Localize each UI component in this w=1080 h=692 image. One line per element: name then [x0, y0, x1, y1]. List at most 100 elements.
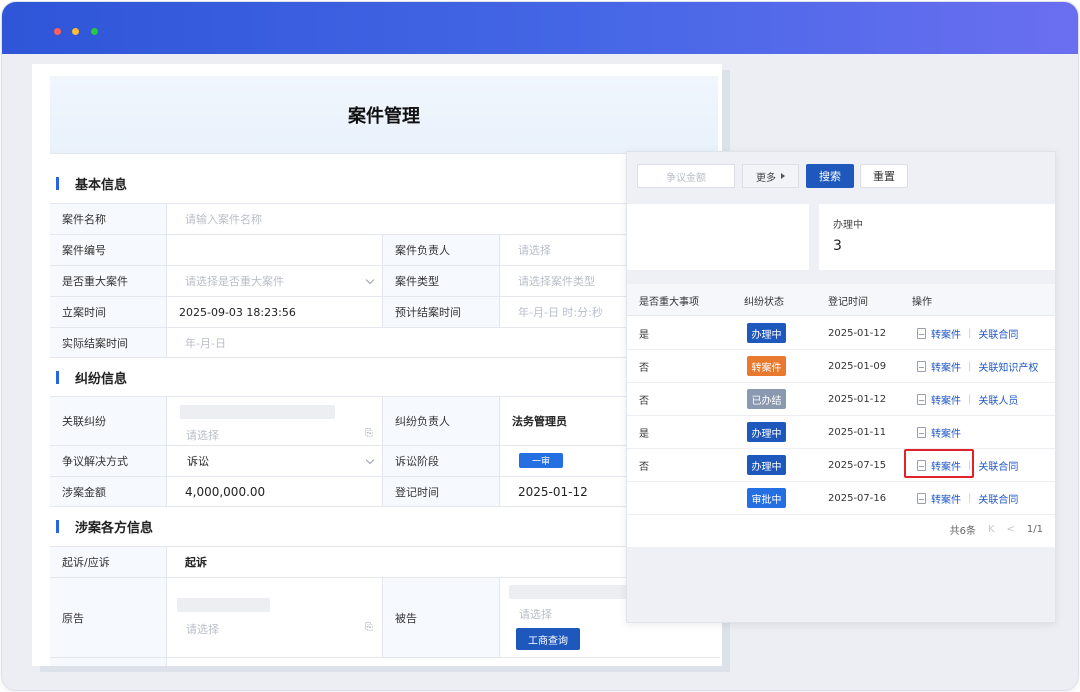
amount-filter-input[interactable]: 争议金额 — [637, 164, 735, 188]
prev-page-button[interactable]: < — [1007, 524, 1015, 535]
convert-case-link[interactable]: 转案件 — [931, 359, 961, 374]
defendant-placeholder: 请选择 — [519, 608, 552, 621]
defendant-label: 被告 — [383, 578, 500, 657]
convert-case-link[interactable]: 转案件 — [931, 425, 961, 440]
table-row: 否办理中 2025-07-15 转案件 | 关联合同 — [627, 449, 1055, 482]
row-role: 起诉/应诉 起诉 — [50, 546, 720, 577]
role-label: 起诉/应诉 — [50, 547, 167, 577]
case-no-label: 案件编号 — [50, 235, 167, 265]
reg-label: 登记时间 — [383, 477, 500, 506]
divider: | — [968, 328, 972, 339]
case-form: 案件管理 基本信息 案件名称 请输入案件名称 案件编号 案件负责人 请选择 是否… — [32, 64, 722, 666]
filed-value[interactable]: 2025-09-03 18:23:56 — [167, 297, 383, 327]
next-label — [50, 658, 167, 666]
relate-link[interactable]: 关联人员 — [978, 392, 1018, 407]
cell-major: 否 — [639, 396, 649, 407]
row-resolution: 争议解决方式 诉讼 诉讼阶段 一审 — [50, 445, 720, 476]
cell-major: 是 — [639, 330, 649, 341]
resolution-select[interactable]: 诉讼 — [167, 446, 383, 476]
first-page-button[interactable]: K — [988, 524, 995, 535]
list-toolbar: 争议金额 更多 搜索 重置 — [627, 152, 1055, 202]
table-row: 是 办理中 2025-01-11 转案件 — [627, 416, 1055, 449]
highlight-box — [904, 449, 974, 478]
amount-value[interactable]: 4,000,000.00 — [167, 477, 383, 506]
convert-case-link[interactable]: 转案件 — [931, 491, 961, 506]
table-header: 是否重大事项 纠纷状态 登记时间 操作 — [627, 284, 1055, 316]
close-dot-icon[interactable] — [54, 28, 61, 35]
related-label: 关联纠纷 — [50, 397, 167, 445]
search-button[interactable]: 搜索 — [806, 164, 854, 188]
stage-badge[interactable]: 一审 — [519, 453, 563, 468]
resolution-label: 争议解决方式 — [50, 446, 167, 476]
owner-label: 案件负责人 — [383, 235, 500, 265]
document-icon — [917, 328, 926, 339]
cell-date: 2025-01-11 — [828, 427, 887, 438]
cell-major: 是 — [639, 429, 649, 440]
major-label: 是否重大案件 — [50, 266, 167, 296]
convert-case-link[interactable]: 转案件 — [931, 392, 961, 407]
attachment-icon[interactable]: ⎘ — [365, 428, 373, 439]
attachment-icon[interactable]: ⎘ — [365, 622, 373, 633]
expected-label: 预计结案时间 — [383, 297, 500, 327]
divider: | — [968, 493, 972, 504]
filed-label: 立案时间 — [50, 297, 167, 327]
status-badge: 审批中 — [747, 488, 786, 508]
status-badge: 办理中 — [747, 422, 786, 442]
status-badge: 转案件 — [747, 356, 786, 376]
convert-case-link[interactable]: 转案件 — [931, 326, 961, 341]
stat-card-empty[interactable] — [627, 204, 809, 270]
selected-tag — [177, 598, 270, 612]
plaintiff-label: 原告 — [50, 578, 167, 657]
relate-link[interactable]: 关联知识产权 — [978, 359, 1038, 374]
maximize-dot-icon[interactable] — [91, 28, 98, 35]
col-date: 登记时间 — [828, 296, 868, 308]
more-label: 更多 — [756, 172, 776, 184]
window-titlebar — [2, 2, 1078, 54]
reset-button[interactable]: 重置 — [860, 164, 908, 188]
row-filed: 立案时间 2025-09-03 18:23:56 预计结案时间 年-月-日 时:… — [50, 296, 720, 327]
table-row: 是 办理中 2025-01-12 转案件 | 关联合同 — [627, 317, 1055, 350]
type-label: 案件类型 — [383, 266, 500, 296]
row-next — [50, 657, 720, 666]
panel-footer — [627, 547, 1055, 622]
row-actions: 转案件 | 关联人员 — [917, 383, 1018, 416]
more-filters-button[interactable]: 更多 — [742, 164, 799, 188]
table-row: 否 转案件 2025-01-09 转案件 | 关联知识产权 — [627, 350, 1055, 383]
cell-major: 否 — [639, 462, 649, 473]
document-icon — [917, 427, 926, 438]
status-badge: 已办结 — [747, 389, 786, 409]
section-parties: 涉案各方信息 — [56, 516, 153, 536]
relate-link[interactable]: 关联合同 — [978, 491, 1018, 506]
table-row: 否 已办结 2025-01-12 转案件 | 关联人员 — [627, 383, 1055, 416]
status-badge: 办理中 — [747, 455, 786, 475]
plaintiff-placeholder: 请选择 — [186, 623, 219, 636]
relate-link[interactable]: 关联合同 — [978, 326, 1018, 341]
stat-card-in-progress[interactable]: 办理中 3 — [819, 204, 1055, 270]
minimize-dot-icon[interactable] — [72, 28, 79, 35]
row-closed: 实际结案时间 年-月-日 — [50, 327, 720, 358]
row-amount: 涉案金额 4,000,000.00 登记时间 2025-01-12 — [50, 476, 720, 507]
cell-major: 否 — [639, 363, 649, 374]
table-row: 审批中 2025-07-16 转案件 | 关联合同 — [627, 482, 1055, 515]
total-count: 共6条 — [949, 526, 976, 537]
row-actions: 转案件 | 关联知识产权 — [917, 350, 1038, 383]
divider: | — [968, 361, 972, 372]
row-actions: 转案件 | 关联合同 — [917, 482, 1018, 515]
dispute-owner-label: 纠纷负责人 — [383, 397, 500, 445]
plaintiff-select[interactable] — [167, 578, 383, 657]
row-actions: 转案件 — [917, 416, 961, 449]
cell-date: 2025-01-12 — [828, 328, 887, 339]
biz-query-button[interactable]: 工商查询 — [516, 628, 580, 650]
major-select[interactable]: 请选择是否重大案件 — [167, 266, 383, 296]
relate-link[interactable]: 关联合同 — [978, 458, 1018, 473]
case-name-label: 案件名称 — [50, 204, 167, 234]
selected-tag — [180, 405, 335, 419]
row-actions: 转案件 | 关联合同 — [917, 317, 1018, 350]
section-dispute: 纠纷信息 — [56, 367, 127, 387]
cell-date: 2025-07-16 — [828, 493, 887, 504]
case-no-input[interactable] — [167, 235, 383, 265]
page-title: 案件管理 — [348, 105, 420, 127]
section-marker — [56, 176, 59, 190]
document-icon — [917, 361, 926, 372]
stat-label: 办理中 — [833, 220, 863, 231]
